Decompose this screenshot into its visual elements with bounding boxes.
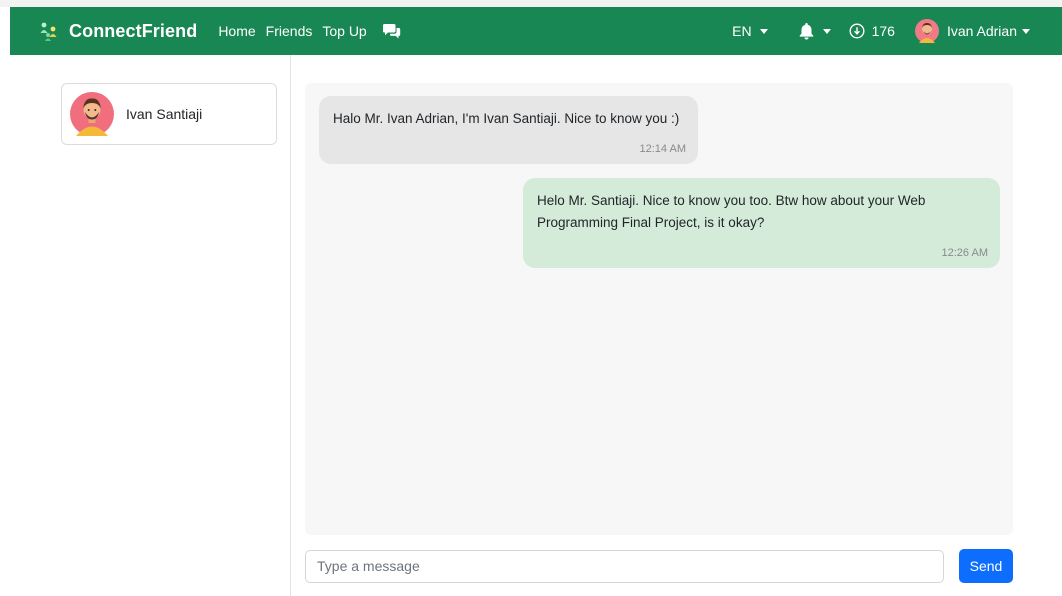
message-input[interactable] (305, 549, 944, 583)
brand-logo-icon (40, 22, 57, 41)
outgoing-message: Helo Mr. Santiaji. Nice to know you too.… (523, 178, 1000, 268)
nav-link-home[interactable]: Home (218, 23, 255, 39)
chevron-down-icon (1022, 28, 1030, 34)
nav-link-friends[interactable]: Friends (266, 23, 313, 39)
friends-sidebar: Ivan Santiaji (0, 55, 291, 596)
nav-links: Home Friends Top Up (218, 22, 400, 40)
message-text: Halo Mr. Ivan Adrian, I'm Ivan Santiaji.… (333, 111, 680, 126)
user-name: Ivan Adrian (946, 23, 1017, 39)
message-text: Helo Mr. Santiaji. Nice to know you too.… (537, 193, 926, 230)
friend-name: Ivan Santiaji (126, 106, 203, 122)
language-dropdown[interactable]: EN (732, 23, 768, 39)
user-menu-dropdown[interactable]: Ivan Adrian (914, 19, 1030, 43)
message-composer: Send (305, 549, 1013, 583)
incoming-message: Halo Mr. Ivan Adrian, I'm Ivan Santiaji.… (319, 96, 698, 164)
nav-link-top-up[interactable]: Top Up (322, 23, 366, 39)
notification-dropdown[interactable] (798, 22, 831, 40)
chat-messages-area: Halo Mr. Ivan Adrian, I'm Ivan Santiaji.… (305, 83, 1013, 535)
nav-right: EN 176 Ivan Adrian (732, 19, 1030, 43)
chevron-down-icon (822, 28, 831, 34)
message-timestamp: 12:26 AM (941, 247, 988, 259)
language-label: EN (732, 23, 752, 39)
coin-balance: 176 (849, 23, 895, 39)
avatar (70, 92, 114, 136)
friend-list-item[interactable]: Ivan Santiaji (61, 83, 277, 145)
brand-name: ConnectFriend (69, 20, 198, 41)
avatar (914, 19, 939, 43)
brand[interactable]: ConnectFriend (39, 21, 197, 42)
chevron-down-icon (759, 28, 768, 34)
coin-icon (849, 23, 865, 39)
send-button[interactable]: Send (959, 549, 1013, 583)
top-navbar: ConnectFriend Home Friends Top Up EN 176… (10, 7, 1062, 55)
bell-icon (799, 23, 813, 40)
coin-count: 176 (871, 23, 895, 39)
chat-bubbles-icon[interactable] (382, 22, 401, 40)
message-timestamp: 12:14 AM (639, 143, 686, 155)
window-top-strip (0, 0, 1062, 7)
